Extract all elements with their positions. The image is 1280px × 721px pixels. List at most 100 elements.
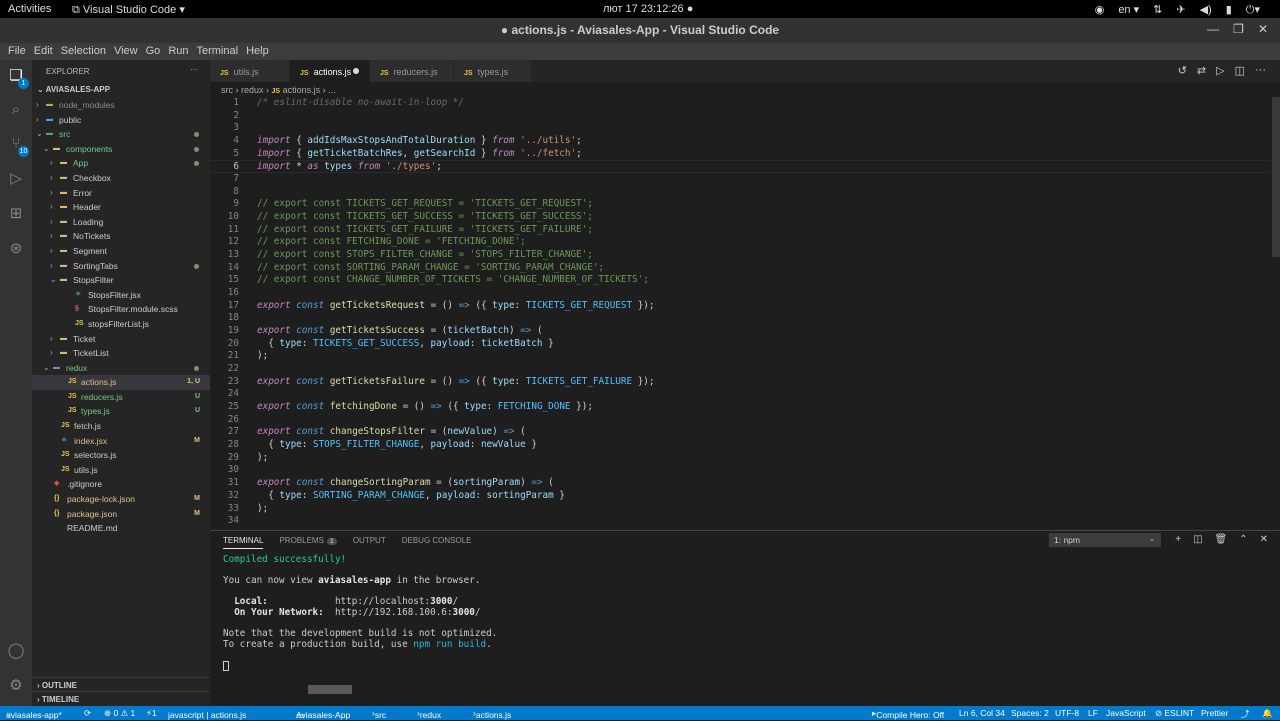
- tab-problems[interactable]: PROBLEMS 1: [279, 536, 337, 549]
- close-window-button[interactable]: ✕: [1258, 22, 1268, 36]
- extensions-icon[interactable]: ⊞: [7, 205, 25, 223]
- menu-go[interactable]: Go: [142, 43, 165, 60]
- terminal-output[interactable]: Compiled successfully! You can now view a…: [223, 554, 497, 672]
- tab-output[interactable]: OUTPUT: [353, 536, 386, 549]
- editor-scrollbar[interactable]: [1272, 97, 1280, 257]
- code-line[interactable]: 21);: [210, 350, 1270, 363]
- breadcrumb-src[interactable]: src: [221, 85, 233, 95]
- minimize-button[interactable]: —: [1207, 22, 1219, 36]
- menu-selection[interactable]: Selection: [57, 43, 110, 60]
- code-line[interactable]: 9 // export const TICKETS_GET_REQUEST = '…: [210, 198, 1270, 211]
- chevron-down-icon[interactable]: ⌄: [43, 142, 51, 157]
- timeline-history-icon[interactable]: ↺: [1178, 64, 1187, 77]
- tree-file[interactable]: ◆ .gitignore: [32, 477, 210, 492]
- eslint-status[interactable]: ⊘ ESLINT: [1155, 708, 1194, 719]
- keyboard-layout[interactable]: en ▾: [1118, 3, 1139, 17]
- tree-file[interactable]: § StopsFilter.module.scss: [32, 302, 210, 317]
- menu-file[interactable]: File: [4, 43, 30, 60]
- tree-file[interactable]: JS actions.js 1, U: [32, 375, 210, 390]
- timeline-section[interactable]: › TIMELINE: [32, 691, 210, 706]
- code-line[interactable]: 11 // export const TICKETS_GET_FAILURE = …: [210, 224, 1270, 237]
- tab-actions[interactable]: JS actions.js: [290, 60, 370, 82]
- code-line[interactable]: 32 { type: SORTING_PARAM_CHANGE, payload…: [210, 490, 1270, 503]
- explorer-icon[interactable]: ❏ 1: [7, 67, 29, 89]
- sync-icon[interactable]: ⟳: [84, 708, 91, 719]
- chevron-right-icon[interactable]: ›: [50, 346, 58, 361]
- tree-folder[interactable]: ⌄ ▬ components: [32, 142, 210, 157]
- menu-help[interactable]: Help: [242, 43, 273, 60]
- code-line[interactable]: 6 import * as types from './types';: [210, 160, 1270, 174]
- code-line[interactable]: 27 export const changeStopsFilter = (newV…: [210, 426, 1270, 439]
- more-actions-icon[interactable]: ···: [190, 65, 198, 74]
- tree-folder[interactable]: ⌄ ▬ redux: [32, 361, 210, 376]
- code-line[interactable]: 5 import { getTicketBatchRes, getSearchId…: [210, 148, 1270, 161]
- code-line[interactable]: 17 export const getTicketsRequest = () =>…: [210, 300, 1270, 313]
- code-line[interactable]: 8: [210, 186, 1270, 199]
- source-control-icon[interactable]: ⑂ 10: [7, 135, 29, 157]
- code-line[interactable]: 33);: [210, 503, 1270, 516]
- live-share-icon[interactable]: ⤴: [1241, 708, 1250, 720]
- breadcrumb-redux[interactable]: redux: [241, 85, 264, 95]
- code-line[interactable]: 22: [210, 363, 1270, 376]
- open-changes-icon[interactable]: ⇄: [1197, 64, 1206, 77]
- new-terminal-icon[interactable]: +: [1175, 534, 1181, 545]
- code-line[interactable]: 20 { type: TICKETS_GET_SUCCESS, payload:…: [210, 338, 1270, 351]
- chevron-right-icon[interactable]: ›: [36, 113, 44, 128]
- code-line[interactable]: 23 export const getTicketsFailure = () =>…: [210, 376, 1270, 389]
- clock[interactable]: лют 17 23:12:26 ●: [603, 3, 693, 15]
- cursor-position[interactable]: Ln 6, Col 34: [959, 708, 1005, 718]
- breadcrumb-symbol[interactable]: ...: [328, 85, 336, 95]
- split-editor-icon[interactable]: ◫: [1235, 64, 1245, 77]
- tree-folder[interactable]: › ▬ TicketList: [32, 346, 210, 361]
- code-line[interactable]: 13 // export const STOPS_FILTER_CHANGE = …: [210, 249, 1270, 262]
- code-line[interactable]: 24: [210, 388, 1270, 401]
- tree-folder[interactable]: › ▬ node_modules: [32, 98, 210, 113]
- tree-folder[interactable]: ⌄ ▬ src: [32, 127, 210, 142]
- code-line[interactable]: 19 export const getTicketsSuccess = (tick…: [210, 325, 1270, 338]
- tree-folder[interactable]: › ▬ Header: [32, 200, 210, 215]
- code-line[interactable]: 31 export const changeSortingParam = (sor…: [210, 477, 1270, 490]
- tab-utils[interactable]: JS utils.js: [210, 60, 290, 82]
- code-line[interactable]: 34: [210, 515, 1270, 528]
- activities-button[interactable]: Activities: [8, 3, 51, 15]
- code-line[interactable]: 1 /* eslint-disable no-await-in-loop */: [210, 97, 1270, 110]
- tree-file[interactable]: JS reducers.js U: [32, 390, 210, 405]
- settings-gear-icon[interactable]: ⚙: [7, 677, 25, 695]
- code-line[interactable]: 12 // export const FETCHING_DONE = 'FETCH…: [210, 236, 1270, 249]
- tree-folder[interactable]: ⌄ ▬ StopsFilter: [32, 273, 210, 288]
- code-line[interactable]: 25 export const fetchingDone = () => ({ t…: [210, 401, 1270, 414]
- eol[interactable]: LF: [1088, 708, 1098, 718]
- code-line[interactable]: 2: [210, 110, 1270, 123]
- code-line[interactable]: 14 // export const SORTING_PARAM_CHANGE =…: [210, 262, 1270, 275]
- status-crumb-file[interactable]: › actions.js: [473, 708, 511, 720]
- chevron-right-icon[interactable]: ›: [50, 244, 58, 259]
- outline-section[interactable]: › OUTLINE: [32, 677, 210, 692]
- menu-edit[interactable]: Edit: [30, 43, 57, 60]
- tree-folder[interactable]: › ▬ NoTickets: [32, 229, 210, 244]
- kill-terminal-icon[interactable]: 🗑: [1215, 534, 1228, 545]
- code-line[interactable]: 18: [210, 312, 1270, 325]
- menu-terminal[interactable]: Terminal: [193, 43, 243, 60]
- code-line[interactable]: 15 // export const CHANGE_NUMBER_OF_TICKE…: [210, 274, 1270, 287]
- tree-file[interactable]: JS types.js U: [32, 404, 210, 419]
- chevron-right-icon[interactable]: ›: [50, 200, 58, 215]
- tab-terminal[interactable]: TERMINAL: [223, 536, 264, 549]
- chevron-right-icon[interactable]: ›: [50, 229, 58, 244]
- tab-reducers[interactable]: JS reducers.js: [370, 60, 454, 82]
- split-terminal-icon[interactable]: ◫: [1193, 534, 1202, 545]
- tree-folder[interactable]: › ▬ public: [32, 113, 210, 128]
- run-icon[interactable]: ▷: [1216, 64, 1224, 77]
- run-debug-icon[interactable]: ▷: [7, 170, 25, 188]
- terminal-scrollbar[interactable]: [308, 685, 352, 694]
- maximize-panel-icon[interactable]: ⌃: [1239, 534, 1247, 545]
- code-editor[interactable]: 1/* eslint-disable no-await-in-loop */2 3…: [210, 97, 1270, 528]
- code-line[interactable]: 3: [210, 122, 1270, 135]
- git-graph-icon[interactable]: ⊛: [7, 240, 25, 258]
- code-line[interactable]: 30: [210, 464, 1270, 477]
- git-count[interactable]: ⚡1: [146, 708, 157, 719]
- tree-folder[interactable]: › ▬ Error: [32, 186, 210, 201]
- tree-file[interactable]: JS fetch.js: [32, 419, 210, 434]
- tree-folder[interactable]: › ▬ SortingTabs: [32, 259, 210, 274]
- code-line[interactable]: 16: [210, 287, 1270, 300]
- tree-folder[interactable]: › ▬ Loading: [32, 215, 210, 230]
